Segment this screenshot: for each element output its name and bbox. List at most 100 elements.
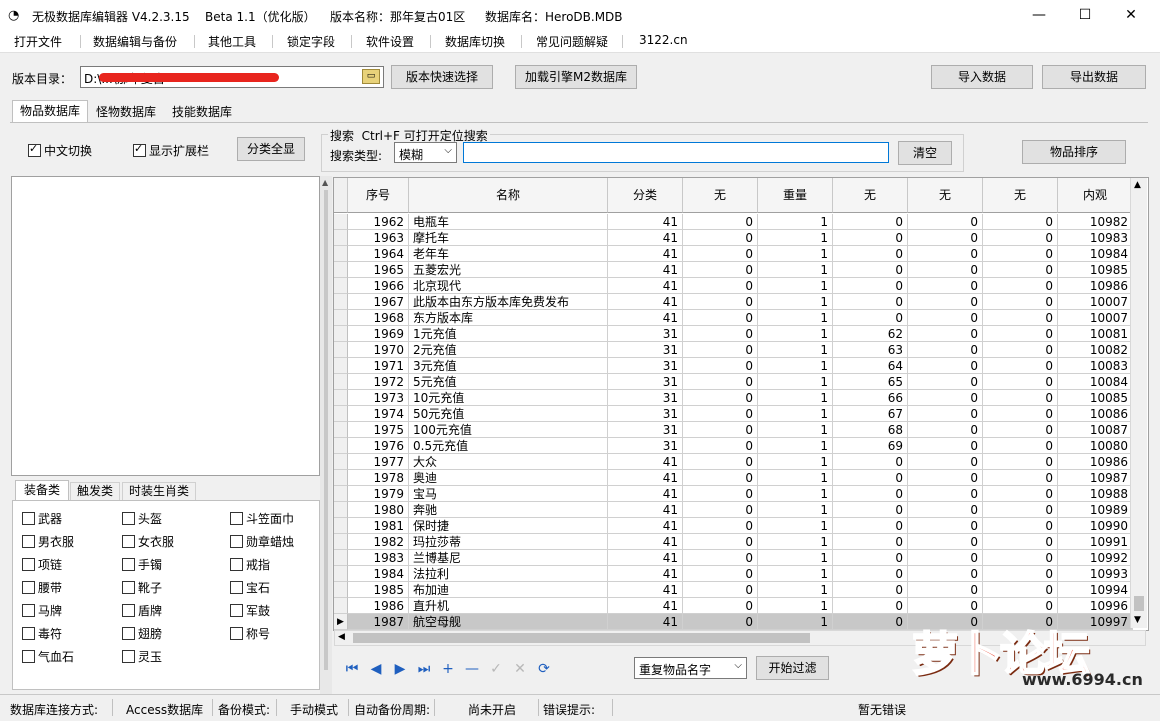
col-none-3-cell[interactable]: 0 xyxy=(908,390,983,406)
row-indicator[interactable] xyxy=(334,598,348,614)
category-checkbox[interactable]: 女衣服 xyxy=(122,533,174,550)
col-index-cell[interactable]: 1966 xyxy=(348,278,409,294)
col-index-cell[interactable]: 1986 xyxy=(348,598,409,614)
col-index-cell[interactable]: 1985 xyxy=(348,582,409,598)
col-none-3-cell[interactable]: 0 xyxy=(908,438,983,454)
col-name-cell[interactable]: 直升机 xyxy=(409,598,608,614)
menu-edit-backup[interactable]: 数据编辑与备份 xyxy=(93,33,177,50)
col-none-2-cell[interactable]: 0 xyxy=(833,246,908,262)
menu-lock-fields[interactable]: 锁定字段 xyxy=(287,33,335,50)
category-checkbox[interactable]: 马牌 xyxy=(22,602,62,619)
col-weight-cell[interactable]: 1 xyxy=(758,262,833,278)
col-appearance-cell[interactable]: 10994 xyxy=(1058,582,1133,598)
table-row[interactable]: 1970 2元充值 31 0 1 63 0 0 10082 xyxy=(334,342,1148,358)
col-none-3-cell[interactable]: 0 xyxy=(908,502,983,518)
tab-equipment[interactable]: 装备类 xyxy=(15,480,69,500)
col-category-cell[interactable]: 31 xyxy=(608,326,683,342)
col-none-1-cell[interactable]: 0 xyxy=(683,582,758,598)
col-weight-cell[interactable]: 1 xyxy=(758,518,833,534)
col-appearance-cell[interactable]: 10987 xyxy=(1058,470,1133,486)
col-none-1-cell[interactable]: 0 xyxy=(683,246,758,262)
col-none-4-cell[interactable]: 0 xyxy=(983,550,1058,566)
folder-icon[interactable]: ▭ xyxy=(362,69,380,84)
row-indicator[interactable] xyxy=(334,566,348,582)
col-appearance-cell[interactable]: 10991 xyxy=(1058,534,1133,550)
col-category-cell[interactable]: 31 xyxy=(608,422,683,438)
insert-record-icon[interactable]: + xyxy=(439,660,457,678)
import-button[interactable]: 导入数据 xyxy=(931,65,1033,89)
col-none-2-cell[interactable]: 69 xyxy=(833,438,908,454)
col-weight-cell[interactable]: 1 xyxy=(758,422,833,438)
col-none-4-cell[interactable]: 0 xyxy=(983,326,1058,342)
show-ext-checkbox[interactable]: 显示扩展栏 xyxy=(133,142,209,159)
col-category-cell[interactable]: 41 xyxy=(608,582,683,598)
col-category-cell[interactable]: 41 xyxy=(608,614,683,630)
col-none-1-cell[interactable]: 0 xyxy=(683,278,758,294)
category-checkbox[interactable]: 头盔 xyxy=(122,510,162,527)
col-index-cell[interactable]: 1976 xyxy=(348,438,409,454)
col-weight-cell[interactable]: 1 xyxy=(758,278,833,294)
col-appearance-cell[interactable]: 10085 xyxy=(1058,390,1133,406)
start-filter-button[interactable]: 开始过滤 xyxy=(756,656,829,680)
col-none-3-cell[interactable]: 0 xyxy=(908,470,983,486)
col-index-cell[interactable]: 1973 xyxy=(348,390,409,406)
col-index-cell[interactable]: 1969 xyxy=(348,326,409,342)
col-none-1-cell[interactable]: 0 xyxy=(683,214,758,230)
col-none-3-cell[interactable]: 0 xyxy=(908,534,983,550)
row-indicator[interactable] xyxy=(334,246,348,262)
menu-settings[interactable]: 软件设置 xyxy=(366,33,414,50)
col-appearance-cell[interactable]: 10084 xyxy=(1058,374,1133,390)
col-none-4-cell[interactable]: 0 xyxy=(983,230,1058,246)
col-name-cell[interactable]: 大众 xyxy=(409,454,608,470)
close-button[interactable]: ✕ xyxy=(1108,0,1154,30)
col-name-cell[interactable]: 50元充值 xyxy=(409,406,608,422)
col-category-cell[interactable]: 31 xyxy=(608,406,683,422)
row-indicator[interactable] xyxy=(334,406,348,422)
col-none-1-cell[interactable]: 0 xyxy=(683,502,758,518)
category-checkbox[interactable]: 男衣服 xyxy=(22,533,74,550)
col-category-cell[interactable]: 31 xyxy=(608,358,683,374)
col-weight-cell[interactable]: 1 xyxy=(758,326,833,342)
col-none-2-cell[interactable]: 0 xyxy=(833,470,908,486)
col-name-cell[interactable]: 法拉利 xyxy=(409,566,608,582)
col-none-2-cell[interactable]: 0 xyxy=(833,502,908,518)
col-category-cell[interactable]: 41 xyxy=(608,518,683,534)
col-none-2-cell[interactable]: 0 xyxy=(833,310,908,326)
col-none-3-cell[interactable]: 0 xyxy=(908,374,983,390)
col-index-cell[interactable]: 1982 xyxy=(348,534,409,550)
col-appearance-cell[interactable]: 10080 xyxy=(1058,438,1133,454)
row-indicator[interactable] xyxy=(334,230,348,246)
col-appearance-cell[interactable]: 10992 xyxy=(1058,550,1133,566)
col-none-1-cell[interactable]: 0 xyxy=(683,518,758,534)
col-category-cell[interactable]: 31 xyxy=(608,374,683,390)
table-row[interactable]: 1962 电瓶车 41 0 1 0 0 0 10982 xyxy=(334,214,1148,230)
col-name-header[interactable]: 名称 xyxy=(409,178,608,213)
col-none-4-cell[interactable]: 0 xyxy=(983,358,1058,374)
col-none-3-cell[interactable]: 0 xyxy=(908,550,983,566)
category-checkbox[interactable]: 军鼓 xyxy=(230,602,270,619)
col-name-cell[interactable]: 3元充值 xyxy=(409,358,608,374)
row-indicator[interactable]: ▶ xyxy=(334,614,348,630)
col-none-4-cell[interactable]: 0 xyxy=(983,438,1058,454)
col-weight-cell[interactable]: 1 xyxy=(758,502,833,518)
export-button[interactable]: 导出数据 xyxy=(1042,65,1146,89)
col-weight-cell[interactable]: 1 xyxy=(758,438,833,454)
col-none-1-cell[interactable]: 0 xyxy=(683,310,758,326)
col-category-header[interactable]: 分类 xyxy=(608,178,683,213)
category-checkbox[interactable]: 翅膀 xyxy=(122,625,162,642)
col-weight-header[interactable]: 重量 xyxy=(758,178,833,213)
col-index-cell[interactable]: 1971 xyxy=(348,358,409,374)
col-none-4-cell[interactable]: 0 xyxy=(983,342,1058,358)
table-row[interactable]: 1969 1元充值 31 0 1 62 0 0 10081 xyxy=(334,326,1148,342)
col-appearance-cell[interactable]: 10989 xyxy=(1058,502,1133,518)
row-indicator[interactable] xyxy=(334,518,348,534)
row-indicator[interactable] xyxy=(334,342,348,358)
col-name-cell[interactable]: 老年车 xyxy=(409,246,608,262)
row-indicator[interactable] xyxy=(334,310,348,326)
col-none-4-cell[interactable]: 0 xyxy=(983,390,1058,406)
col-none-3-header[interactable]: 无 xyxy=(908,178,983,213)
col-none-1-cell[interactable]: 0 xyxy=(683,358,758,374)
col-category-cell[interactable]: 31 xyxy=(608,342,683,358)
col-none-3-cell[interactable]: 0 xyxy=(908,406,983,422)
col-appearance-cell[interactable]: 10984 xyxy=(1058,246,1133,262)
